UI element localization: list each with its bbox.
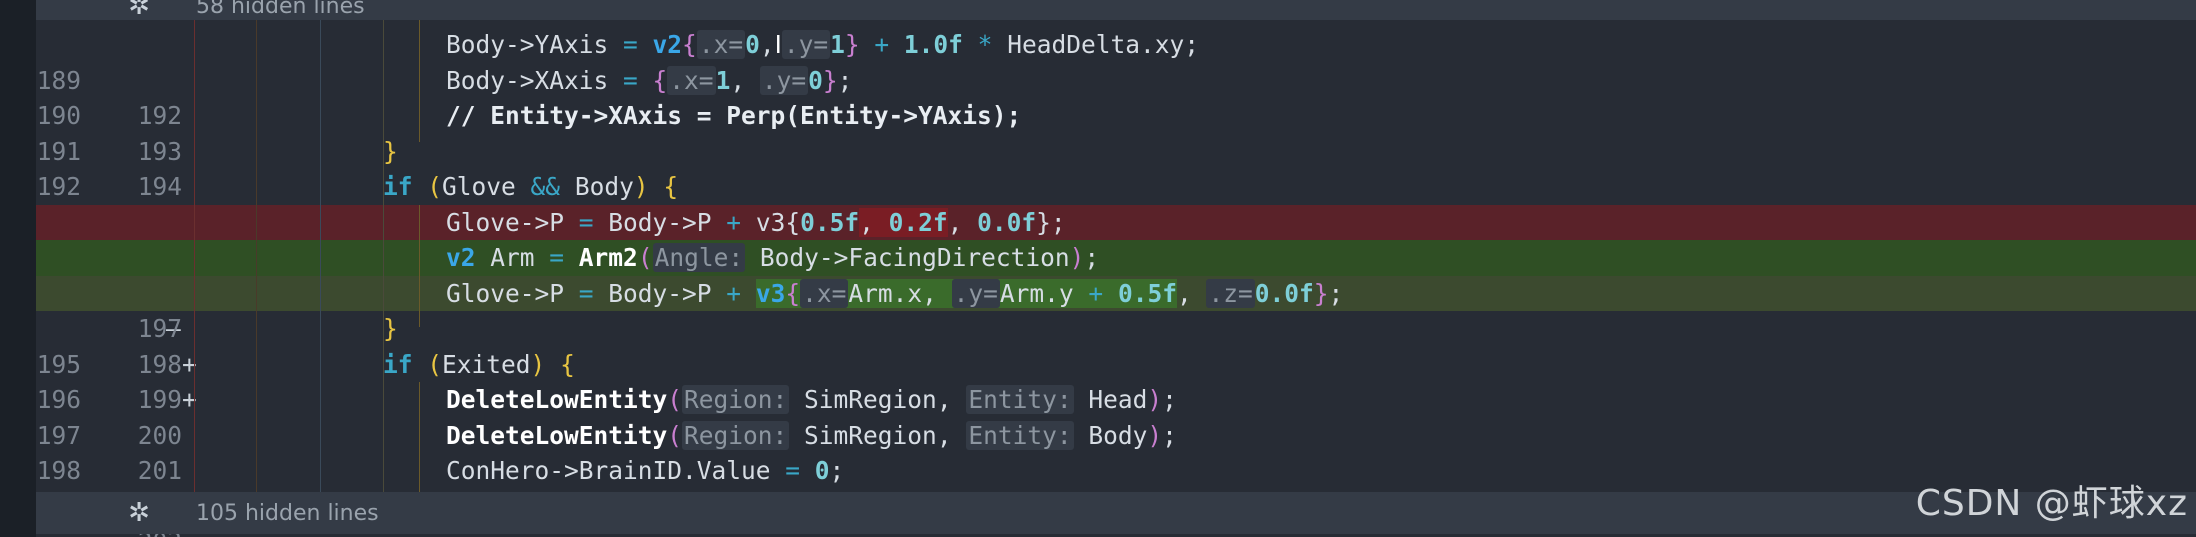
diff-editor[interactable]: ✲ 58 hidden lines 189 192 Body->YAxis = … xyxy=(36,0,2196,537)
code-text: DeleteLowEntity(Region: SimRegion, Entit… xyxy=(446,420,1177,450)
code-line[interactable]: 196 200 if (Exited) { xyxy=(36,347,2196,450)
code-line[interactable]: 195 199 } xyxy=(36,311,2196,414)
hidden-lines-label: 58 hidden lines xyxy=(196,0,365,19)
inlay-hint: .y= xyxy=(951,278,1000,308)
code-line[interactable]: 189 192 Body->YAxis = v2{.x=0,Ⅰ.y=1} + 1… xyxy=(36,27,2196,130)
inlay-hint: Entity: xyxy=(966,420,1074,450)
indent-guide xyxy=(320,20,321,492)
code-text: } xyxy=(383,136,398,166)
inlay-hint: Entity: xyxy=(966,385,1074,414)
indent-guide xyxy=(419,20,420,142)
code-line[interactable]: 190 193 Body->XAxis = {.x=1, .y=0}; xyxy=(36,63,2196,166)
inlay-hint: .x= xyxy=(696,30,746,59)
indent-guide xyxy=(419,205,420,327)
added-line[interactable]: 198 + Glove->P = Body->P + v3{.x=Arm.x, … xyxy=(36,275,2196,414)
fold-expand-icon[interactable]: ✲ xyxy=(124,0,154,21)
gutter-separator xyxy=(194,20,195,492)
indent-guide xyxy=(383,20,384,492)
code-line[interactable]: 197 201 DeleteLowEntity(Region: SimRegio… xyxy=(36,382,2196,485)
inlay-hint: .x= xyxy=(667,65,716,95)
code-line[interactable]: 199 203 ConHero->BrainID.Value = 0; xyxy=(36,453,2196,537)
code-line[interactable]: 191 194 // Entity->XAxis = Perp(Entity->… xyxy=(36,98,2196,201)
fold-expand-icon[interactable]: ✲ xyxy=(124,498,154,528)
code-text: Body->YAxis = v2{.x=0,Ⅰ.y=1} + 1.0f * He… xyxy=(446,30,1199,59)
code-text: if (Exited) { xyxy=(383,349,575,379)
code-text: Body->XAxis = {.x=1, .y=0}; xyxy=(446,65,853,95)
code-text: if (Glove && Body) { xyxy=(383,172,679,201)
code-text: DeleteLowEntity(Region: SimRegion, Entit… xyxy=(446,385,1177,414)
left-strip xyxy=(0,0,36,537)
code-line[interactable]: 192 195 } xyxy=(36,134,2196,237)
code-text: } xyxy=(383,314,398,343)
watermark: CSDN @虾球xz xyxy=(1915,483,2188,524)
deleted-line[interactable]: 194 — Glove->P = Body->P + v3{0.5f, 0.2f… xyxy=(36,204,2196,343)
hidden-lines-fold-top[interactable]: ✲ 58 hidden lines xyxy=(36,0,2196,21)
code-line[interactable]: 198 202 DeleteLowEntity(Region: SimRegio… xyxy=(36,418,2196,521)
code-text: ConHero->BrainID.Value = 0; xyxy=(446,456,845,485)
indent-guide xyxy=(419,382,420,492)
inlay-hint: .y= xyxy=(759,65,809,95)
code-comment: // Entity->XAxis = Perp(Entity->YAxis); xyxy=(446,101,1022,130)
inlay-hint: .x= xyxy=(800,278,849,308)
added-line[interactable]: 197 + v2 Arm = Arm2(Angle: Body->FacingD… xyxy=(36,240,2196,379)
inlay-hint: Region: xyxy=(682,420,790,450)
inlay-hint: Angle: xyxy=(652,243,746,272)
code-text: v2 Arm = Arm2(Angle: Body->FacingDirecti… xyxy=(446,243,1100,272)
inlay-hint: .z= xyxy=(1206,278,1255,308)
code-text: Glove->P = Body->P + v3{.x=Arm.x, .y=Arm… xyxy=(446,278,1344,308)
inlay-hint: Region: xyxy=(682,385,790,414)
inlay-hint: .y= xyxy=(781,30,831,59)
code-text: Glove->P = Body->P + v3{0.5f, 0.2f, 0.0f… xyxy=(446,207,1066,237)
hidden-lines-fold-bottom[interactable]: ✲ 105 hidden lines xyxy=(36,492,2196,534)
hidden-lines-label: 105 hidden lines xyxy=(196,500,379,526)
text-cursor-icon: Ⅰ xyxy=(774,30,782,59)
indent-guide xyxy=(256,20,257,492)
code-line[interactable]: 193 196 if (Glove && Body) { xyxy=(36,169,2196,272)
